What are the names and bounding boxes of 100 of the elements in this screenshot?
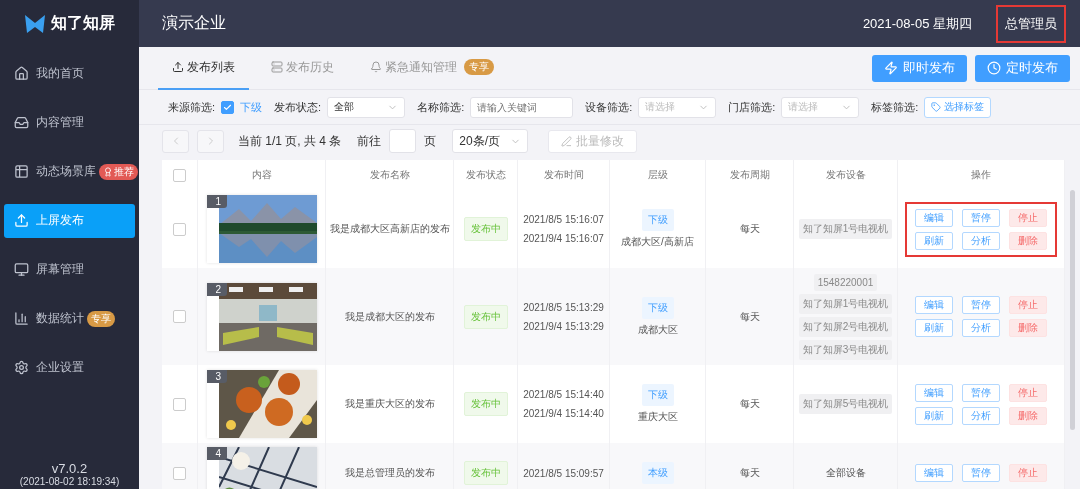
action-button[interactable]: 分析 <box>962 406 1000 425</box>
device-tag: 知了知屏3号电视机 <box>798 339 893 360</box>
column-header: 操作 <box>971 168 991 182</box>
status-tag: 发布中 <box>463 461 508 485</box>
action-button[interactable]: 刷新 <box>915 319 953 337</box>
sidebar-item[interactable]: 我的首页 <box>4 56 135 91</box>
sidebar-item[interactable]: 企业设置 <box>4 350 135 385</box>
table-cell: 每天 <box>739 466 760 480</box>
page-unit: 页 <box>424 132 437 150</box>
build-time: (2021-08-02 18:19:34) <box>18 476 121 487</box>
index-badge: 2 <box>206 282 228 296</box>
user-name[interactable]: 总管理员 <box>996 4 1066 43</box>
select-field[interactable]: 全部 <box>327 96 406 118</box>
table-cell: 我是成都大区高新店的发布 <box>329 222 450 236</box>
column-header: 内容 <box>251 168 272 182</box>
table-cell: 我是总管理员的发布 <box>344 466 435 480</box>
level-tag: 下级 <box>641 296 674 319</box>
table-cell: 成都大区/高新店 <box>621 235 694 249</box>
input-field[interactable]: 请输入关键词 <box>470 96 574 118</box>
sidebar-item[interactable]: 上屏发布 <box>4 203 135 238</box>
filter-label: 标签筛选: <box>871 99 919 115</box>
device-tag: 1548220001 <box>813 273 878 291</box>
badge: 专享 <box>464 59 494 75</box>
device-tag: 知了知屏1号电视机 <box>798 293 893 314</box>
logo: 知了知屏 <box>0 0 139 47</box>
time-text: 2021/8/5 15:09:57 <box>523 467 604 479</box>
table-cell: 我是成都大区的发布 <box>344 309 435 324</box>
index-badge: 4 <box>206 447 228 460</box>
tab[interactable]: 发布列表 <box>158 46 249 90</box>
status-tag: 发布中 <box>463 217 508 241</box>
page-info: 当前 1/1 页, 共 4 条 <box>238 132 342 150</box>
column-header: 发布名称 <box>369 168 410 182</box>
select-tag-button[interactable]: 选择标签 <box>924 96 992 118</box>
tab[interactable]: 紧急通知管理 专享 <box>356 46 508 90</box>
table-cell: 每天 <box>739 309 760 324</box>
sidebar-item[interactable]: 数据统计 专享 <box>4 301 135 336</box>
action-button[interactable]: 编辑 <box>915 208 953 227</box>
filter-label: 名称筛选: <box>417 99 465 115</box>
sidebar-item[interactable]: 内容管理 <box>4 105 135 140</box>
version-text: v7.0.2 <box>50 461 89 476</box>
company-title: 演示企业 <box>162 13 227 33</box>
filter-label: 发布状态: <box>274 99 322 115</box>
column-header: 发布时间 <box>543 168 584 182</box>
sidebar-item[interactable]: 动态场景库 推荐 <box>4 154 135 189</box>
table-cell: 每天 <box>739 222 760 236</box>
select-field[interactable]: 请选择 <box>781 96 860 118</box>
sidebar-item[interactable]: 屏幕管理 <box>4 252 135 287</box>
level-tag: 下级 <box>641 209 674 231</box>
badge: 推荐 <box>99 163 138 180</box>
device-tag: 知了知屏1号电视机 <box>798 219 893 239</box>
action-button[interactable]: 编辑 <box>915 464 953 482</box>
action-button[interactable]: 停止 <box>1009 383 1047 402</box>
device-tag: 知了知屏5号电视机 <box>798 394 893 414</box>
table-cell: 我是重庆大区的发布 <box>344 397 435 411</box>
page-size-select[interactable]: 20条/页 <box>452 129 529 153</box>
status-tag: 发布中 <box>463 392 508 416</box>
table-cell: 重庆大区 <box>637 410 678 424</box>
action-button[interactable]: 删除 <box>1009 231 1047 250</box>
status-tag: 发布中 <box>463 304 508 329</box>
action-button[interactable]: 暂停 <box>962 296 1000 314</box>
level-tag: 本级 <box>641 462 674 484</box>
index-badge: 3 <box>206 370 228 383</box>
filter-label: 门店筛选: <box>728 99 776 115</box>
time-text: 2021/8/5 15:14:40 <box>523 389 604 400</box>
table-cell: 每天 <box>739 397 760 411</box>
action-button[interactable]: 分析 <box>962 319 1000 337</box>
column-header: 发布状态 <box>465 168 506 182</box>
action-button[interactable]: 暂停 <box>962 383 1000 402</box>
select-field[interactable]: 请选择 <box>638 96 717 118</box>
goto-label: 前往 <box>357 132 382 150</box>
action-button[interactable]: 分析 <box>962 231 1000 250</box>
time-text: 2021/9/4 15:14:40 <box>523 408 604 419</box>
date-text: 2021-08-05 星期四 <box>862 14 972 33</box>
action-button[interactable]: 刷新 <box>915 231 953 250</box>
publish-button[interactable]: 即时发布 <box>872 54 967 82</box>
index-badge: 1 <box>206 195 228 208</box>
level-tag: 下级 <box>641 384 674 406</box>
column-header: 层级 <box>647 168 668 182</box>
time-text: 2021/9/4 15:16:07 <box>523 233 604 244</box>
action-button[interactable]: 暂停 <box>962 208 1000 227</box>
badge: 专享 <box>87 310 115 327</box>
action-button[interactable]: 刷新 <box>915 406 953 425</box>
action-button[interactable]: 停止 <box>1009 208 1047 227</box>
time-text: 2021/9/4 15:13:29 <box>523 320 604 332</box>
filter-label: 来源筛选: <box>168 99 216 115</box>
action-button[interactable]: 编辑 <box>915 383 953 402</box>
action-button[interactable]: 编辑 <box>915 296 953 314</box>
action-button[interactable]: 删除 <box>1009 406 1047 425</box>
action-button[interactable]: 停止 <box>1009 296 1047 314</box>
publish-button[interactable]: 定时发布 <box>975 54 1070 82</box>
table-cell: 全部设备 <box>825 466 866 480</box>
time-text: 2021/8/5 15:13:29 <box>523 301 604 313</box>
device-tag: 知了知屏2号电视机 <box>798 316 893 337</box>
table-cell: 成都大区 <box>637 322 678 337</box>
action-button[interactable]: 暂停 <box>962 464 1000 482</box>
filter-option[interactable]: 下级 <box>240 99 263 115</box>
tab[interactable]: 发布历史 <box>257 46 348 90</box>
column-header: 发布设备 <box>825 168 866 182</box>
action-button[interactable]: 停止 <box>1009 464 1047 482</box>
action-button[interactable]: 删除 <box>1009 319 1047 337</box>
